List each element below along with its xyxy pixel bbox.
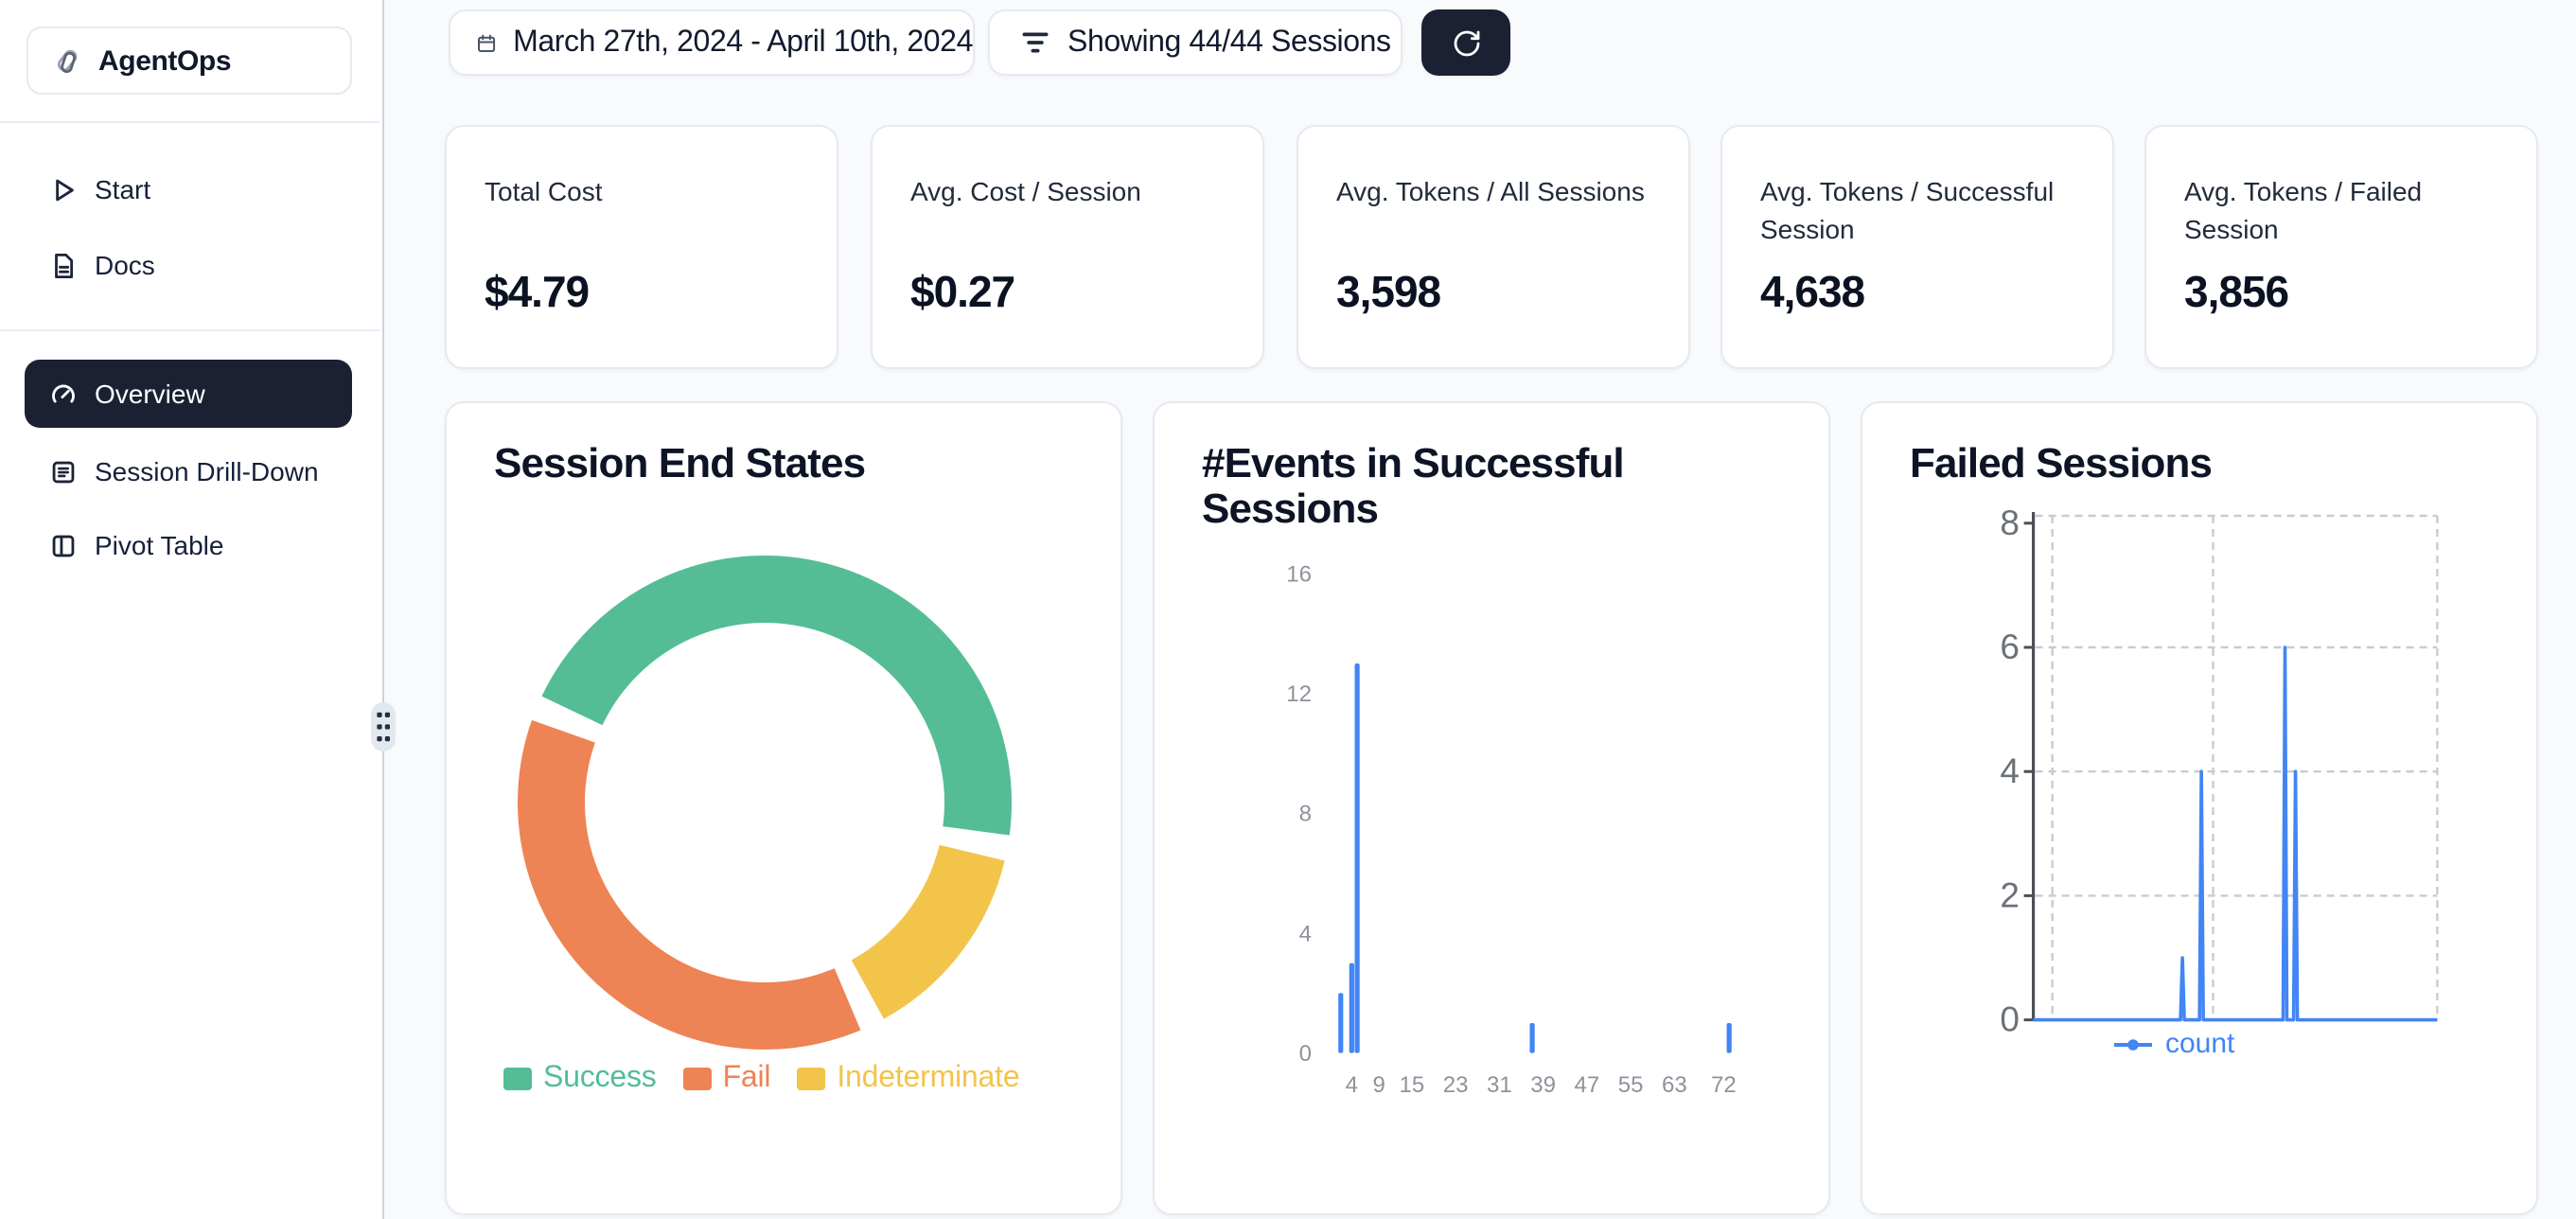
divider [0, 121, 380, 123]
y-tick-label: 0 [1299, 1041, 1312, 1067]
legend-swatch [683, 1068, 712, 1090]
calendar-icon [477, 31, 496, 54]
sidebar-item-session-drill-down[interactable]: Session Drill-Down [25, 437, 352, 505]
legend-series-label: count [2165, 1028, 2234, 1060]
stat-card-total-cost: Total Cost $4.79 [445, 125, 838, 369]
sidebar-item-start[interactable]: Start [25, 155, 352, 223]
y-tick-label: 16 [1286, 561, 1312, 587]
notes-icon [49, 457, 78, 486]
x-tick-label: 63 [1662, 1072, 1687, 1098]
x-tick-label: 23 [1443, 1072, 1469, 1098]
bar [1529, 1023, 1534, 1053]
sidebar-item-label: Overview [95, 379, 205, 409]
y-tick-label: 6 [2000, 627, 2020, 666]
count-series-line [2034, 647, 2438, 1020]
x-tick-label: 47 [1575, 1072, 1600, 1098]
sidebar-item-pivot-table[interactable]: Pivot Table [25, 511, 352, 579]
stat-label: Avg. Cost / Session [910, 174, 1232, 211]
x-tick-label: 31 [1487, 1072, 1512, 1098]
donut-segment-fail [552, 732, 848, 1016]
line-chart: 0 2 4 6 8 [1862, 403, 2540, 1217]
sidebar-item-docs[interactable]: Docs [25, 231, 352, 299]
x-tick-label: 4 [1346, 1072, 1358, 1098]
date-range-button[interactable]: March 27th, 2024 - April 10th, 2024 [449, 9, 975, 76]
sidebar-item-label: Session Drill-Down [95, 456, 319, 486]
brand-logo[interactable]: AgentOps [26, 26, 352, 95]
x-tick-label: 55 [1618, 1072, 1644, 1098]
date-range-label: March 27th, 2024 - April 10th, 2024 [513, 26, 973, 60]
chart-title: #Events in Successful Sessions [1202, 441, 1666, 530]
sessions-filter-label: Showing 44/44 Sessions [1067, 26, 1391, 60]
bar [1355, 663, 1360, 1053]
stat-card-avg-cost-session: Avg. Cost / Session $0.27 [871, 125, 1264, 369]
chart-title: Session End States [494, 441, 865, 486]
document-icon [49, 251, 78, 279]
sidebar-item-label: Pivot Table [95, 530, 223, 560]
sidebar: AgentOps Start Docs Overview [0, 0, 384, 1219]
panel-left-icon [49, 531, 78, 559]
bar [1727, 1023, 1732, 1053]
stat-label: Avg. Tokens / Successful Session [1760, 174, 2082, 248]
y-tick-label: 4 [2000, 751, 2020, 790]
events-in-successful-sessions-card: #Events in Successful Sessions 048121649… [1153, 401, 1830, 1215]
donut-segment-success [572, 590, 978, 831]
y-tick-label: 12 [1286, 681, 1312, 707]
sidebar-item-label: Docs [95, 250, 155, 280]
y-tick-label: 4 [1299, 921, 1312, 946]
stat-label: Avg. Tokens / All Sessions [1336, 174, 1658, 211]
stat-value: $0.27 [910, 267, 1015, 318]
stat-label: Total Cost [485, 174, 806, 211]
legend-item-indeterminate[interactable]: Indeterminate [797, 1062, 1019, 1096]
play-icon [49, 175, 78, 203]
y-tick-label: 2 [2000, 875, 2020, 914]
sidebar-item-overview[interactable]: Overview [25, 360, 352, 428]
stat-card-avg-tokens-failed: Avg. Tokens / Failed Session 3,856 [2144, 125, 2538, 369]
stat-value: 3,598 [1336, 267, 1440, 318]
x-tick-label: 15 [1400, 1072, 1425, 1098]
filter-icon [1022, 30, 1049, 55]
sessions-filter-button[interactable]: Showing 44/44 Sessions [988, 9, 1403, 76]
line-marker-icon [2114, 1036, 2152, 1051]
stat-card-avg-tokens-all: Avg. Tokens / All Sessions 3,598 [1297, 125, 1690, 369]
chart-title: Failed Sessions [1910, 441, 2212, 486]
grip-dots-icon [373, 706, 394, 748]
paperclip-icon [53, 46, 81, 75]
donut-segment-indeterminate [868, 853, 972, 989]
x-tick-label: 72 [1711, 1072, 1737, 1098]
stat-value: $4.79 [485, 267, 589, 318]
stat-value: 3,856 [2184, 267, 2288, 318]
y-tick-label: 8 [1299, 802, 1312, 827]
bar [1338, 993, 1343, 1052]
donut-chart [500, 538, 1030, 1068]
legend-swatch [503, 1068, 532, 1090]
stat-value: 4,638 [1760, 267, 1864, 318]
legend-item-success[interactable]: Success [503, 1062, 657, 1096]
session-end-states-card: Session End States Success Fail Indeterm… [445, 401, 1122, 1215]
app-root: AgentOps Start Docs Overview [0, 0, 2576, 1219]
legend-item-fail[interactable]: Fail [683, 1062, 771, 1096]
stat-card-avg-tokens-successful: Avg. Tokens / Successful Session 4,638 [1720, 125, 2114, 369]
sidebar-resize-handle[interactable] [371, 702, 396, 751]
x-tick-label: 39 [1530, 1072, 1556, 1098]
x-tick-label: 9 [1373, 1072, 1385, 1098]
y-tick-label: 0 [2000, 1000, 2020, 1039]
y-tick-label: 8 [2000, 504, 2020, 542]
chart-legend: Success Fail Indeterminate [503, 1062, 1046, 1096]
failed-sessions-card: Failed Sessions 0 2 4 6 8 count [1861, 401, 2538, 1215]
sidebar-item-label: Start [95, 174, 150, 204]
divider [0, 329, 380, 331]
refresh-icon [1451, 27, 1481, 58]
brand-name: AgentOps [98, 44, 231, 77]
chart-legend-count[interactable]: count [2114, 1028, 2234, 1060]
refresh-button[interactable] [1421, 9, 1510, 76]
legend-swatch [797, 1068, 825, 1090]
gauge-icon [49, 380, 78, 408]
stat-label: Avg. Tokens / Failed Session [2184, 174, 2506, 248]
bar [1350, 963, 1354, 1053]
